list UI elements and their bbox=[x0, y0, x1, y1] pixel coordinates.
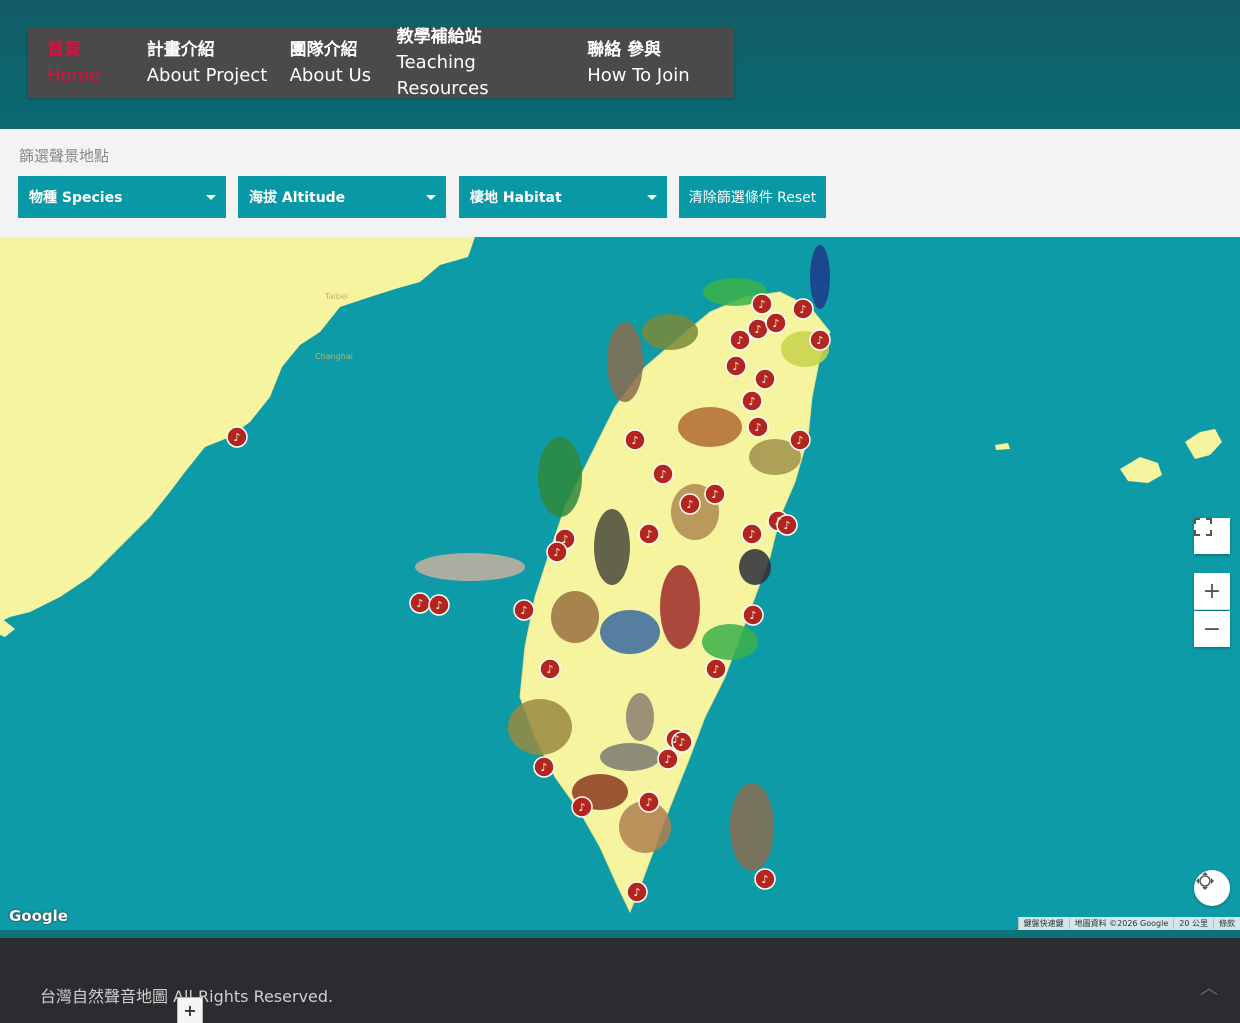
music-note-icon: ♪ bbox=[631, 434, 638, 447]
terms-link[interactable]: 條款 bbox=[1213, 918, 1240, 929]
music-note-icon: ♪ bbox=[816, 334, 823, 347]
caret-down-icon bbox=[426, 195, 436, 200]
plus-tab-button[interactable]: + bbox=[177, 997, 203, 1023]
music-note-icon: ♪ bbox=[645, 796, 652, 809]
ryukyu-islands bbox=[1120, 429, 1222, 483]
music-note-icon: ♪ bbox=[774, 515, 781, 528]
music-note-icon: ♪ bbox=[659, 468, 666, 481]
nav-about-us-zh: 團隊介紹 bbox=[289, 40, 358, 60]
music-note-icon: ♪ bbox=[678, 736, 685, 749]
music-note-icon: ♪ bbox=[799, 303, 806, 316]
pan-control[interactable] bbox=[1194, 870, 1230, 906]
habitat-dropdown[interactable]: 棲地 Habitat bbox=[459, 176, 667, 218]
zoom-out-button[interactable]: − bbox=[1194, 611, 1230, 647]
music-note-icon: ♪ bbox=[758, 298, 765, 311]
nav-about-project-en: About Project bbox=[146, 65, 268, 86]
google-logo: Google bbox=[9, 907, 68, 925]
nav-item-how-to-join[interactable]: 聯絡 參與 How To Join bbox=[568, 28, 734, 98]
map-graphics: Taibei Changhai ♪♪♪♪ ♪♪♪♪♪♪♪♪♪♪♪♪♪ ♪♪ ♪♪… bbox=[0, 237, 1222, 914]
fullscreen-button[interactable] bbox=[1194, 518, 1230, 554]
nav-teaching-en: Teaching Resources bbox=[396, 52, 489, 99]
music-note-icon: ♪ bbox=[520, 604, 527, 617]
mainland-south-tip bbox=[0, 617, 15, 637]
music-note-icon: ♪ bbox=[754, 323, 761, 336]
filter-bar: 篩選聲景地點 物種 Species 海拔 Altitude 棲地 Habitat… bbox=[0, 129, 1240, 238]
place-label-taibei: Taibei bbox=[324, 292, 348, 301]
music-note-icon: ♪ bbox=[711, 488, 718, 501]
species-dropdown[interactable]: 物種 Species bbox=[18, 176, 226, 218]
filter-label: 篩選聲景地點 bbox=[19, 147, 110, 165]
nav-join-en: How To Join bbox=[587, 65, 690, 86]
caret-down-icon bbox=[647, 195, 657, 200]
nav-about-project-zh: 計畫介紹 bbox=[146, 40, 215, 60]
keyboard-shortcuts-link[interactable]: 鍵盤快速鍵 bbox=[1017, 918, 1069, 929]
map-attribution: 鍵盤快速鍵 地圖資料 ©2026 Google 20 公里 條款 bbox=[1017, 917, 1240, 930]
nav-join-zh: 聯絡 參與 bbox=[587, 40, 662, 60]
nav-home-zh: 首頁 bbox=[47, 40, 81, 60]
music-note-icon: ♪ bbox=[435, 599, 442, 612]
music-note-icon: ♪ bbox=[748, 395, 755, 408]
music-note-icon: ♪ bbox=[783, 519, 790, 532]
nav-about-us-en: About Us bbox=[289, 65, 372, 86]
fullscreen-icon bbox=[1194, 518, 1212, 536]
music-note-icon: ♪ bbox=[732, 360, 739, 373]
zoom-in-button[interactable]: + bbox=[1194, 573, 1230, 610]
nav-item-about-us[interactable]: 團隊介紹 About Us bbox=[271, 28, 378, 98]
map-canvas[interactable]: Taibei Changhai ♪ ♪ ♪ ♪ ♪ ♪ ♪ ♪ ♪ ♪ ♪ ♪ … bbox=[0, 237, 1240, 930]
music-note-icon: ♪ bbox=[540, 761, 547, 774]
music-note-icon: ♪ bbox=[416, 597, 423, 610]
music-note-icon: ♪ bbox=[645, 528, 652, 541]
species-dropdown-label: 物種 Species bbox=[29, 190, 123, 206]
place-label-changhai: Changhai bbox=[315, 352, 353, 361]
music-note-icon: ♪ bbox=[712, 663, 719, 676]
main-nav: 首頁 Home 計畫介紹 About Project 團隊介紹 About Us… bbox=[28, 27, 734, 99]
pan-arrows-icon bbox=[1196, 872, 1214, 890]
music-note-icon: ♪ bbox=[233, 431, 240, 444]
nav-teaching-zh: 教學補給站 bbox=[396, 27, 482, 47]
back-to-top-icon[interactable]: ︿ bbox=[1200, 974, 1218, 1000]
altitude-dropdown[interactable]: 海拔 Altitude bbox=[238, 176, 446, 218]
nav-home-en: Home bbox=[47, 65, 101, 86]
music-note-icon: ♪ bbox=[736, 334, 743, 347]
reset-filters-button[interactable]: 清除篩選條件 Reset bbox=[679, 176, 826, 218]
music-note-icon: ♪ bbox=[754, 421, 761, 434]
music-note-icon: ♪ bbox=[749, 609, 756, 622]
music-note-icon: ♪ bbox=[761, 373, 768, 386]
music-note-icon: ♪ bbox=[578, 801, 585, 814]
caret-down-icon bbox=[206, 195, 216, 200]
habitat-dropdown-label: 棲地 Habitat bbox=[470, 190, 562, 206]
music-note-icon: ♪ bbox=[553, 546, 560, 559]
music-note-icon: ♪ bbox=[561, 533, 568, 546]
map-data-credit: 地圖資料 ©2026 Google bbox=[1068, 918, 1174, 929]
site-header: 首頁 Home 計畫介紹 About Project 團隊介紹 About Us… bbox=[0, 0, 1240, 129]
nav-item-teaching-resources[interactable]: 教學補給站 Teaching Resources bbox=[378, 27, 569, 99]
music-note-icon: ♪ bbox=[686, 498, 693, 511]
music-note-icon: ♪ bbox=[748, 528, 755, 541]
music-note-icon: ♪ bbox=[772, 317, 779, 330]
music-note-icon: ♪ bbox=[796, 434, 803, 447]
altitude-dropdown-label: 海拔 Altitude bbox=[249, 190, 346, 206]
small-island bbox=[995, 443, 1010, 450]
map-scale[interactable]: 20 公里 bbox=[1173, 918, 1213, 929]
music-note-icon: ♪ bbox=[664, 753, 671, 766]
nav-item-home[interactable]: 首頁 Home bbox=[28, 28, 128, 98]
music-note-icon: ♪ bbox=[546, 663, 553, 676]
nav-item-about-project[interactable]: 計畫介紹 About Project bbox=[128, 28, 271, 98]
music-note-icon: ♪ bbox=[633, 886, 640, 899]
music-note-icon: ♪ bbox=[761, 873, 768, 886]
